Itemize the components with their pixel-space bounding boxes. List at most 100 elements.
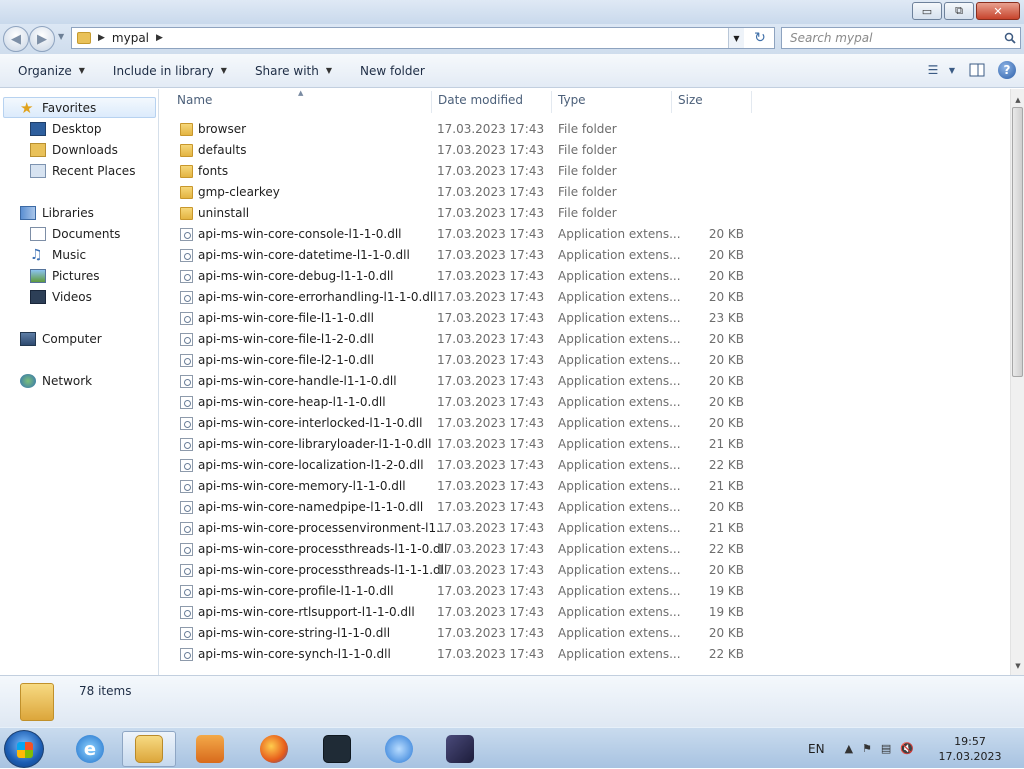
- file-date-modified: 17.03.2023 17:43: [437, 500, 545, 514]
- file-row[interactable]: api-ms-win-core-profile-l1-1-0.dll 17.03.…: [160, 581, 760, 602]
- back-button[interactable]: ◀: [3, 26, 29, 52]
- breadcrumb-chevron-icon[interactable]: ▶: [98, 33, 105, 43]
- file-row[interactable]: api-ms-win-core-heap-l1-1-0.dll 17.03.202…: [160, 392, 760, 413]
- filmora-icon[interactable]: [310, 731, 364, 767]
- file-row[interactable]: uninstall 17.03.2023 17:43 File folder: [160, 203, 760, 224]
- start-button[interactable]: [4, 730, 44, 768]
- change-view-icon[interactable]: ☰: [922, 60, 944, 80]
- breadcrumb-chevron-icon[interactable]: ▶: [156, 33, 163, 43]
- file-row[interactable]: api-ms-win-core-memory-l1-1-0.dll 17.03.2…: [160, 476, 760, 497]
- help-button[interactable]: ?: [996, 60, 1018, 80]
- nav-desktop[interactable]: Desktop: [30, 119, 102, 139]
- file-row[interactable]: api-ms-win-core-file-l1-1-0.dll 17.03.202…: [160, 308, 760, 329]
- file-row[interactable]: api-ms-win-core-file-l2-1-0.dll 17.03.202…: [160, 350, 760, 371]
- view-options-dropdown[interactable]: ▼: [946, 60, 958, 80]
- include-in-library-label: Include in library: [112, 63, 214, 78]
- chevron-down-icon: ▼: [220, 66, 227, 75]
- vertical-scrollbar[interactable]: ▲ ▼: [1010, 89, 1024, 675]
- qbittorrent-icon[interactable]: [372, 731, 426, 767]
- scrollbar-thumb[interactable]: [1012, 107, 1023, 377]
- firefox-icon[interactable]: [247, 731, 301, 767]
- address-history-dropdown[interactable]: ▼: [728, 28, 744, 48]
- address-bar[interactable]: ▶ mypal ▶ ▼ ↻: [71, 27, 775, 49]
- file-row[interactable]: api-ms-win-core-processenvironment-l1...…: [160, 518, 760, 539]
- breadcrumb-mypal[interactable]: mypal: [112, 31, 149, 45]
- column-divider[interactable]: [431, 91, 432, 113]
- movie-maker-icon[interactable]: [433, 731, 487, 767]
- nav-music[interactable]: ♫ Music: [30, 245, 86, 265]
- file-row[interactable]: api-ms-win-core-handle-l1-1-0.dll 17.03.2…: [160, 371, 760, 392]
- network-tray-icon[interactable]: ▤: [881, 742, 891, 755]
- file-row[interactable]: api-ms-win-core-localization-l1-2-0.dll 1…: [160, 455, 760, 476]
- file-type: Application extens...: [558, 416, 681, 430]
- file-row[interactable]: browser 17.03.2023 17:43 File folder: [160, 119, 760, 140]
- internet-explorer-icon[interactable]: e: [63, 731, 117, 767]
- nav-videos[interactable]: Videos: [30, 287, 92, 307]
- file-row[interactable]: api-ms-win-core-debug-l1-1-0.dll 17.03.20…: [160, 266, 760, 287]
- music-icon: ♫: [30, 247, 43, 263]
- forward-button[interactable]: ▶: [29, 26, 55, 52]
- preview-pane-icon[interactable]: [966, 60, 988, 80]
- column-date-modified[interactable]: Date modified: [438, 93, 548, 111]
- file-row[interactable]: api-ms-win-core-libraryloader-l1-1-0.dll…: [160, 434, 760, 455]
- action-center-flag-icon[interactable]: ⚑: [862, 742, 872, 755]
- file-row[interactable]: api-ms-win-core-namedpipe-l1-1-0.dll 17.0…: [160, 497, 760, 518]
- file-row[interactable]: fonts 17.03.2023 17:43 File folder: [160, 161, 760, 182]
- close-button[interactable]: ✕: [976, 2, 1020, 20]
- nav-network[interactable]: Network: [20, 371, 92, 391]
- column-divider[interactable]: [551, 91, 552, 113]
- file-name: api-ms-win-core-heap-l1-1-0.dll: [198, 395, 386, 409]
- column-name[interactable]: Name: [177, 93, 427, 111]
- file-row[interactable]: api-ms-win-core-interlocked-l1-1-0.dll 17…: [160, 413, 760, 434]
- file-row[interactable]: api-ms-win-core-processthreads-l1-1-1.dl…: [160, 560, 760, 581]
- file-size: 20 KB: [708, 374, 744, 388]
- file-row[interactable]: api-ms-win-core-errorhandling-l1-1-0.dll…: [160, 287, 760, 308]
- clock[interactable]: 19:57 17.03.2023: [930, 734, 1010, 764]
- search-icon[interactable]: [1000, 32, 1020, 44]
- include-in-library-menu[interactable]: Include in library ▼: [113, 64, 227, 78]
- volume-muted-icon[interactable]: 🔇: [900, 742, 914, 755]
- search-input[interactable]: Search mypal: [781, 27, 1021, 49]
- media-player-icon[interactable]: [183, 731, 237, 767]
- file-size: 20 KB: [708, 416, 744, 430]
- recent-pages-dropdown[interactable]: ▼: [58, 32, 64, 41]
- file-row[interactable]: api-ms-win-core-rtlsupport-l1-1-0.dll 17.…: [160, 602, 760, 623]
- share-with-menu[interactable]: Share with ▼: [255, 64, 332, 78]
- refresh-icon[interactable]: ↻: [746, 28, 774, 48]
- show-hidden-icons-icon[interactable]: ▲: [845, 742, 853, 755]
- file-date-modified: 17.03.2023 17:43: [437, 395, 545, 409]
- file-row[interactable]: api-ms-win-core-string-l1-1-0.dll 17.03.2…: [160, 623, 760, 644]
- file-date-modified: 17.03.2023 17:43: [437, 353, 545, 367]
- windows-explorer-icon[interactable]: [122, 731, 176, 767]
- nav-computer-label: Computer: [42, 332, 102, 346]
- nav-computer[interactable]: Computer: [20, 329, 102, 349]
- file-name: api-ms-win-core-handle-l1-1-0.dll: [198, 374, 397, 388]
- file-size: 19 KB: [708, 584, 744, 598]
- scroll-down-icon[interactable]: ▼: [1011, 659, 1024, 673]
- column-size[interactable]: Size: [678, 93, 748, 111]
- column-type[interactable]: Type: [558, 93, 668, 111]
- nav-downloads[interactable]: Downloads: [30, 140, 118, 160]
- nav-recent-places[interactable]: Recent Places: [30, 161, 135, 181]
- file-row[interactable]: defaults 17.03.2023 17:43 File folder: [160, 140, 760, 161]
- file-row[interactable]: api-ms-win-core-processthreads-l1-1-0.dl…: [160, 539, 760, 560]
- file-row[interactable]: api-ms-win-core-file-l1-2-0.dll 17.03.202…: [160, 329, 760, 350]
- file-row[interactable]: api-ms-win-core-synch-l1-1-0.dll 17.03.20…: [160, 644, 760, 665]
- maximize-button[interactable]: ⧉: [944, 2, 974, 20]
- column-divider[interactable]: [751, 91, 752, 113]
- nav-favorites[interactable]: ★ Favorites: [20, 98, 96, 118]
- language-indicator[interactable]: EN: [808, 742, 825, 756]
- column-divider[interactable]: [671, 91, 672, 113]
- nav-pictures[interactable]: Pictures: [30, 266, 100, 286]
- pictures-icon: [30, 269, 46, 283]
- file-row[interactable]: api-ms-win-core-console-l1-1-0.dll 17.03.…: [160, 224, 760, 245]
- file-row[interactable]: gmp-clearkey 17.03.2023 17:43 File folder: [160, 182, 760, 203]
- organize-menu[interactable]: Organize ▼: [18, 64, 85, 78]
- scroll-up-icon[interactable]: ▲: [1011, 93, 1024, 107]
- nav-libraries[interactable]: Libraries: [20, 203, 94, 223]
- new-folder-button[interactable]: New folder: [360, 64, 425, 78]
- file-row[interactable]: api-ms-win-core-datetime-l1-1-0.dll 17.03…: [160, 245, 760, 266]
- command-bar: Organize ▼ Include in library ▼ Share with…: [0, 54, 1024, 88]
- minimize-button[interactable]: ▭: [912, 2, 942, 20]
- nav-documents[interactable]: Documents: [30, 224, 120, 244]
